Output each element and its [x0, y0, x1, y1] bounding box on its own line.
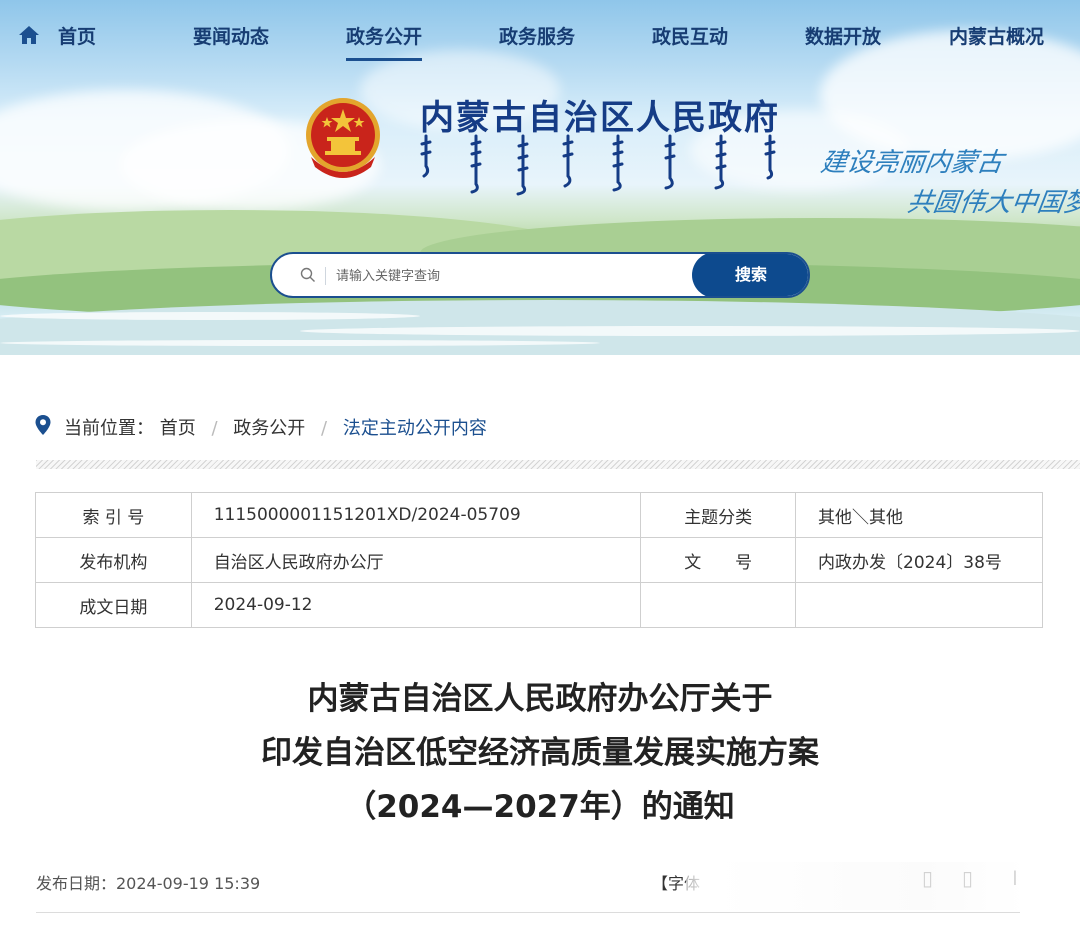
table-row: 成文日期 2024-09-12 [35, 582, 1043, 628]
document-title-line-1: 内蒙古自治区人民政府办公厅关于 [307, 681, 773, 717]
search-icon [300, 267, 315, 282]
index-number-label: 索 引 号 [35, 492, 192, 538]
breadcrumb-label: 当前位置： [64, 418, 154, 439]
divider-line [36, 912, 1020, 913]
document-title-line-3: （2024—2027年）的通知 [345, 789, 735, 825]
nav-item-news[interactable]: 要闻动态 [193, 22, 269, 49]
obscured-glyph: ▯ [962, 866, 974, 890]
document-info-table: 索 引 号 1115000001151201XD/2024-05709 主题分类… [35, 492, 1043, 628]
breadcrumb-trail: 当前位置： 首页 / 政务公开 / 法定主动公开内容 [64, 414, 487, 440]
nav-item-gov-affairs[interactable]: 政务公开 [346, 22, 423, 61]
nav-item-home[interactable]: 首页 [58, 22, 96, 49]
issuing-organ-label: 发布机构 [35, 537, 192, 583]
top-navigation: 首页 要闻动态 政务公开 政务服务 政民互动 数据开放 内蒙古概况 [0, 0, 1080, 70]
empty-cell [640, 582, 797, 628]
search-bar: 搜索 [270, 252, 810, 298]
header-banner: 首页 要闻动态 政务公开 政务服务 政民互动 数据开放 内蒙古概况 内蒙古自治区… [0, 0, 1080, 355]
river-decoration [0, 312, 420, 320]
breadcrumb-link-home[interactable]: 首页 [160, 418, 196, 439]
nav-item-open-data[interactable]: 数据开放 [805, 22, 881, 49]
issuing-organ-value: 自治区人民政府办公厅 [190, 537, 642, 583]
table-row: 索 引 号 1115000001151201XD/2024-05709 主题分类… [35, 492, 1043, 538]
written-date-label: 成文日期 [35, 582, 192, 628]
slogan: 建设亮丽内蒙古 共圆伟大中国梦 [812, 143, 1080, 223]
glare-overlay [686, 862, 1026, 910]
breadcrumb-separator: / [321, 418, 328, 439]
obscured-glyph: ǀ [1012, 866, 1018, 890]
search-input[interactable] [336, 263, 686, 289]
location-pin-icon [35, 415, 51, 435]
slogan-line-1: 建设亮丽内蒙古 [818, 148, 1005, 178]
river-decoration [0, 340, 600, 346]
nav-item-services[interactable]: 政务服务 [499, 22, 575, 49]
slogan-line-2: 共圆伟大中国梦 [905, 188, 1080, 218]
breadcrumb-separator: / [211, 418, 218, 439]
topic-category-value: 其他＼其他 [795, 492, 1043, 538]
index-number-value: 1115000001151201XD/2024-05709 [190, 492, 642, 538]
nav-item-interaction[interactable]: 政民互动 [652, 22, 728, 49]
home-icon[interactable] [18, 25, 40, 45]
river-decoration [300, 326, 1080, 336]
mongolian-script-title [420, 134, 776, 196]
document-title: 内蒙古自治区人民政府办公厅关于 印发自治区低空经济高质量发展实施方案 （2024… [0, 672, 1080, 834]
document-number-label: 文 号 [640, 537, 797, 583]
national-emblem [306, 98, 380, 178]
search-divider [325, 267, 326, 285]
table-row: 发布机构 自治区人民政府办公厅 文 号 内政办发〔2024〕38号 [35, 537, 1043, 583]
breadcrumb-link-gov-affairs[interactable]: 政务公开 [233, 418, 305, 439]
nav-item-overview[interactable]: 内蒙古概况 [949, 22, 1044, 49]
document-number-value: 内政办发〔2024〕38号 [795, 537, 1043, 583]
publish-date: 发布日期：2024-09-19 15:39 [36, 874, 261, 893]
obscured-glyph: ▯ [922, 866, 934, 890]
hatched-divider [36, 460, 1080, 469]
search-button[interactable]: 搜索 [692, 254, 808, 296]
breadcrumb-link-current[interactable]: 法定主动公开内容 [343, 418, 487, 439]
empty-cell [795, 582, 1043, 628]
document-title-line-2: 印发自治区低空经济高质量发展实施方案 [261, 735, 819, 771]
topic-category-label: 主题分类 [640, 492, 797, 538]
written-date-value: 2024-09-12 [190, 582, 642, 628]
